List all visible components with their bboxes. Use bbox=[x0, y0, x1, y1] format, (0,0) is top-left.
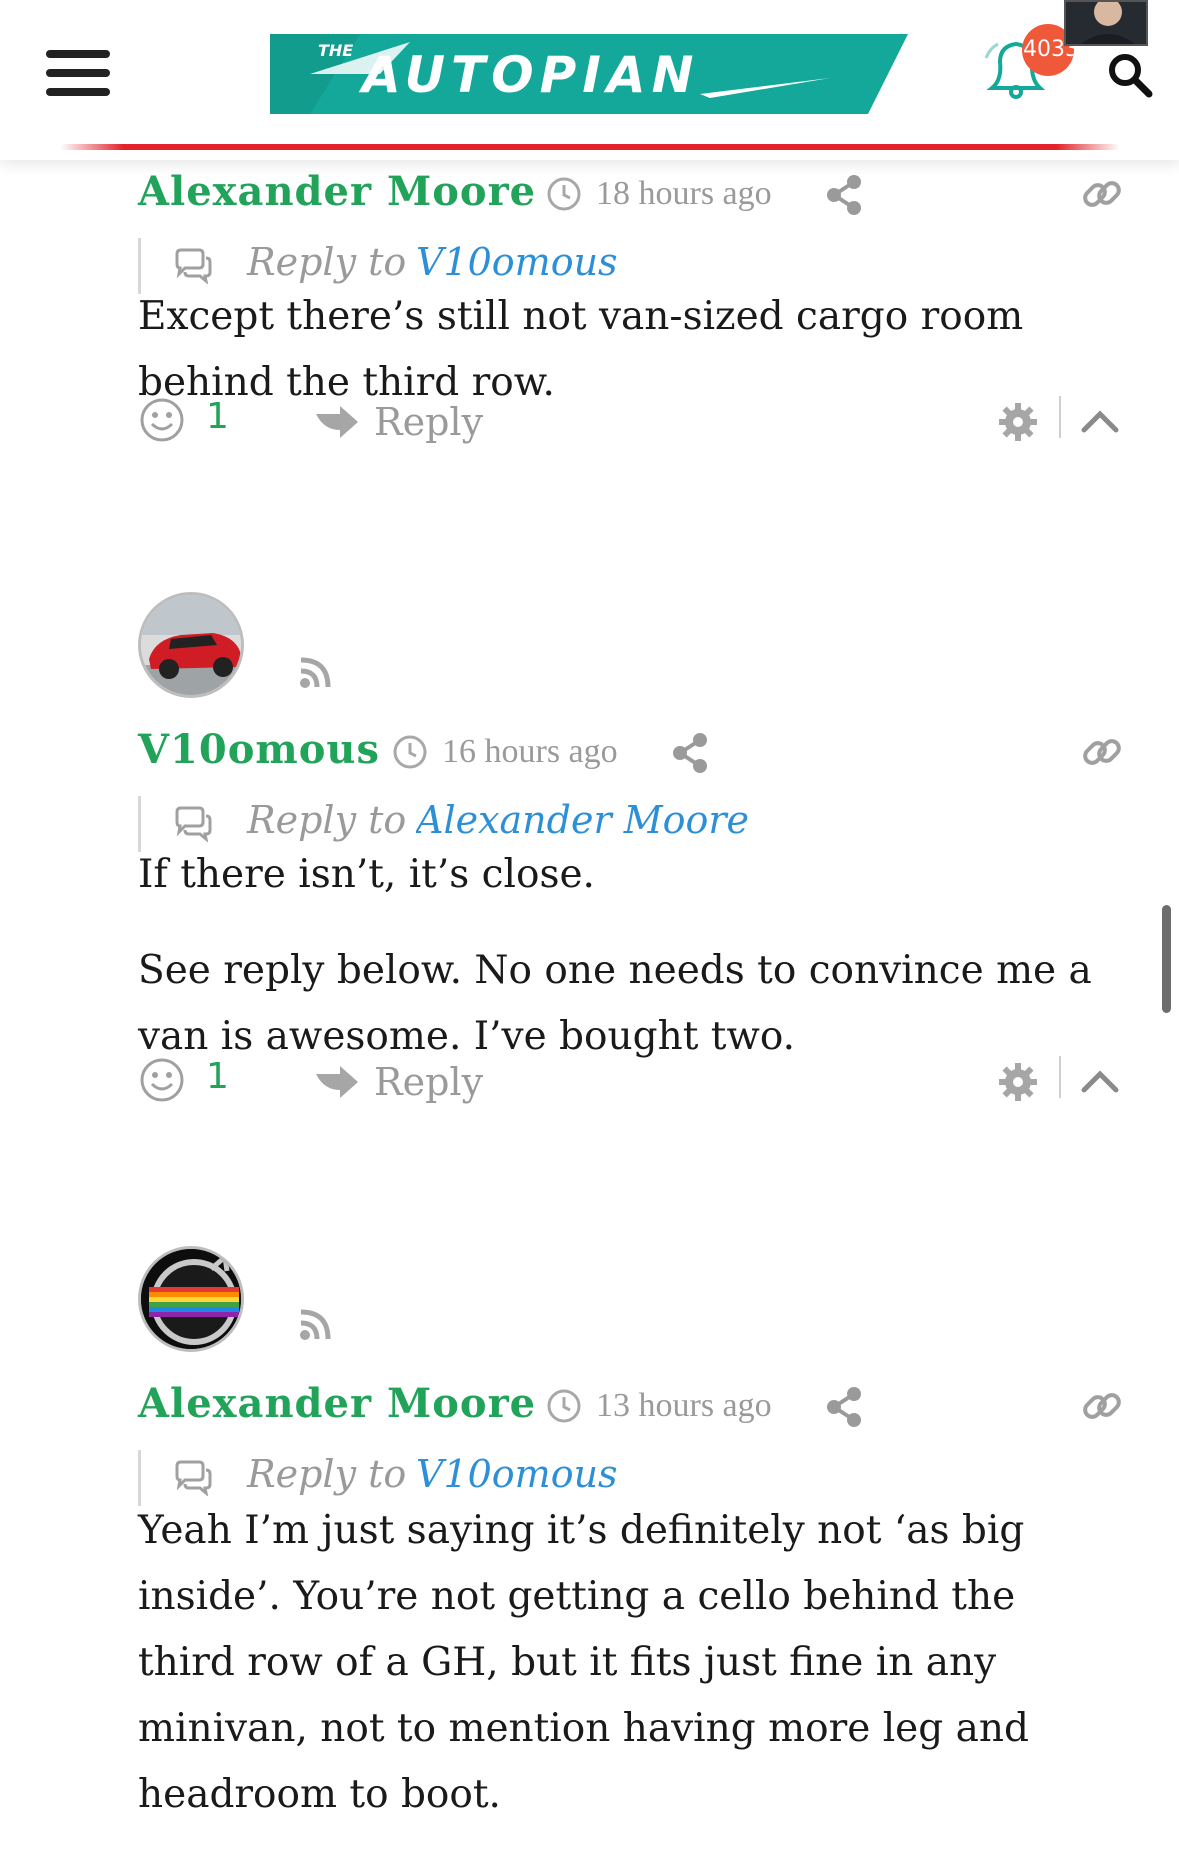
reply-button[interactable]: Reply bbox=[314, 394, 483, 450]
rainbow-volvo-emblem-avatar-icon bbox=[141, 1249, 241, 1349]
comment-time-text: 18 hours ago bbox=[596, 175, 772, 212]
vote-count: 1 bbox=[206, 396, 229, 437]
comments-icon bbox=[175, 248, 212, 284]
comment-timestamp[interactable]: 13 hours ago bbox=[546, 1386, 772, 1426]
reply-to-label: Reply to bbox=[247, 1452, 407, 1496]
svg-text:THE: THE bbox=[318, 41, 353, 60]
smiley-vote-icon[interactable] bbox=[138, 1056, 186, 1104]
comment-actions: 1 Reply bbox=[138, 1054, 1119, 1114]
clock-icon bbox=[547, 177, 581, 211]
site-logo[interactable]: THE AUTOPIAN bbox=[270, 34, 908, 114]
search-icon bbox=[1109, 54, 1153, 98]
scrollbar-thumb[interactable] bbox=[1162, 905, 1171, 1013]
comment-time-text: 16 hours ago bbox=[442, 733, 618, 770]
svg-text:AUTOPIAN: AUTOPIAN bbox=[358, 46, 699, 104]
user-photo-icon bbox=[1066, 2, 1146, 44]
comment-timestamp[interactable]: 16 hours ago bbox=[392, 732, 618, 772]
reply-arrow-icon bbox=[316, 1066, 358, 1098]
comment-author[interactable]: V10omous bbox=[138, 726, 380, 773]
permalink-icon[interactable] bbox=[1080, 1384, 1124, 1428]
red-sports-car-avatar-icon bbox=[141, 595, 241, 695]
vote-count: 1 bbox=[206, 1056, 229, 1097]
chevron-up-icon[interactable] bbox=[1078, 402, 1122, 438]
share-icon[interactable] bbox=[670, 732, 710, 774]
reply-to-author-link[interactable]: V10omous bbox=[416, 1452, 618, 1496]
avatar[interactable] bbox=[138, 592, 244, 698]
share-icon[interactable] bbox=[824, 1386, 864, 1428]
search-button[interactable] bbox=[1105, 50, 1155, 100]
reply-to-label: Reply to bbox=[247, 798, 407, 842]
comment-meta: V10omous 16 hours ago bbox=[138, 726, 1121, 782]
reply-to-label: Reply to bbox=[247, 240, 407, 284]
smiley-vote-icon[interactable] bbox=[138, 396, 186, 444]
comment-meta: Alexander Moore 13 hours ago bbox=[138, 1380, 1121, 1436]
share-icon[interactable] bbox=[824, 174, 864, 216]
settings-gear-icon[interactable] bbox=[996, 400, 1040, 444]
comment-text: See reply below. No one needs to convinc… bbox=[138, 948, 1092, 1059]
reply-to-author-link[interactable]: Alexander Moore bbox=[416, 798, 749, 842]
rss-feed-icon[interactable] bbox=[298, 1308, 332, 1342]
hamburger-menu-icon[interactable] bbox=[46, 50, 110, 96]
comment-meta: Alexander Moore 18 hours ago bbox=[138, 168, 1121, 224]
site-header: THE AUTOPIAN 4033 bbox=[0, 0, 1179, 160]
comment-author[interactable]: Alexander Moore bbox=[138, 168, 536, 215]
chevron-up-icon[interactable] bbox=[1078, 1062, 1122, 1098]
reply-to-author-link[interactable]: V10omous bbox=[416, 240, 618, 284]
autopian-logo-icon: THE AUTOPIAN bbox=[270, 34, 908, 114]
comments-icon bbox=[175, 806, 212, 842]
user-avatar[interactable] bbox=[1064, 0, 1148, 46]
comment-text: If there isn’t, it’s close. bbox=[138, 852, 595, 897]
reply-label: Reply bbox=[374, 400, 484, 444]
settings-gear-icon[interactable] bbox=[996, 1060, 1040, 1104]
comment-author[interactable]: Alexander Moore bbox=[138, 1380, 536, 1427]
reply-label: Reply bbox=[374, 1060, 484, 1104]
comments-icon bbox=[175, 1460, 212, 1496]
comment-actions: 1 Reply bbox=[138, 394, 1119, 454]
comment-timestamp[interactable]: 18 hours ago bbox=[546, 174, 772, 214]
reply-button[interactable]: Reply bbox=[314, 1054, 483, 1110]
clock-icon bbox=[393, 735, 427, 769]
avatar[interactable] bbox=[138, 1246, 244, 1352]
permalink-icon[interactable] bbox=[1080, 172, 1124, 216]
action-divider bbox=[1059, 1056, 1061, 1098]
permalink-icon[interactable] bbox=[1080, 730, 1124, 774]
comment-text: Yeah I’m just saying it’s definitely not… bbox=[138, 1508, 1029, 1817]
clock-icon bbox=[547, 1389, 581, 1423]
reply-arrow-icon bbox=[316, 406, 358, 438]
action-divider bbox=[1059, 396, 1061, 438]
rss-feed-icon[interactable] bbox=[298, 656, 332, 690]
comment-time-text: 13 hours ago bbox=[596, 1387, 772, 1424]
header-accent-line bbox=[60, 144, 1120, 150]
